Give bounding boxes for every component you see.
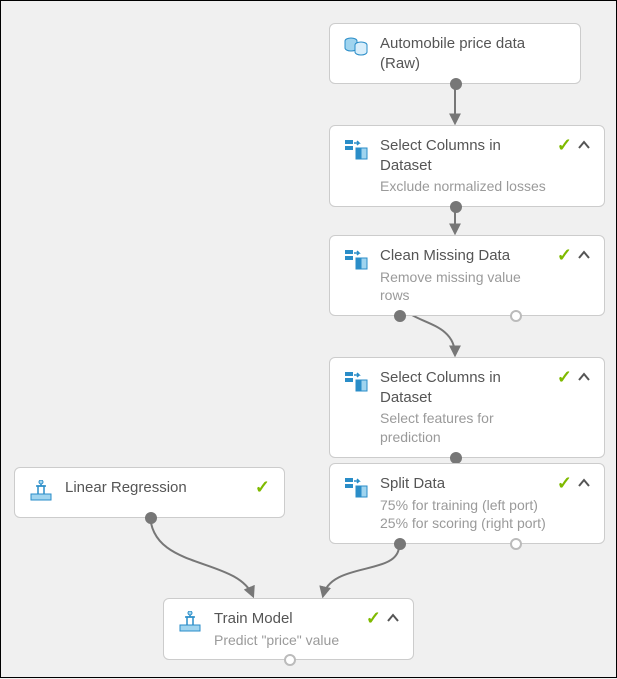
output-port[interactable] [450,201,462,213]
output-port-1[interactable] [394,538,406,550]
train-model-icon [178,611,202,638]
node-subtitle-line1: 75% for training (left port) [380,496,549,515]
connectors-layer [1,1,617,679]
node-select-columns-2[interactable]: Select Columns in Dataset Select feature… [329,357,605,458]
output-port[interactable] [284,654,296,666]
caret-up-icon[interactable] [578,250,590,260]
node-automobile-price-data[interactable]: Automobile price data (Raw) [329,23,581,84]
node-title: Split Data [380,474,549,494]
caret-up-icon[interactable] [387,613,399,623]
node-title: Select Columns in Dataset [380,136,549,175]
node-title: Train Model [214,609,358,629]
check-icon: ✓ [255,478,270,496]
node-subtitle: Predict "price" value [214,631,358,650]
caret-up-icon[interactable] [578,140,590,150]
node-linear-regression[interactable]: Linear Regression ✓ [14,467,285,518]
check-icon: ✓ [557,246,572,264]
node-subtitle: Select features for prediction [380,409,549,447]
output-port-1[interactable] [394,310,406,322]
node-title: Select Columns in Dataset [380,368,549,407]
node-title: Linear Regression [65,478,247,498]
select-columns-icon [344,138,368,165]
check-icon: ✓ [557,368,572,386]
node-title: Automobile price data (Raw) [380,34,566,73]
node-split-data[interactable]: Split Data 75% for training (left port) … [329,463,605,544]
output-port[interactable] [450,452,462,464]
caret-up-icon[interactable] [578,478,590,488]
dataset-icon [344,36,368,63]
node-subtitle: Exclude normalized losses [380,177,549,196]
node-select-columns-1[interactable]: Select Columns in Dataset Exclude normal… [329,125,605,207]
split-data-icon [344,476,368,503]
model-icon [29,480,53,507]
caret-up-icon[interactable] [578,372,590,382]
clean-data-icon [344,248,368,275]
check-icon: ✓ [557,474,572,492]
output-port[interactable] [450,78,462,90]
check-icon: ✓ [557,136,572,154]
node-clean-missing-data[interactable]: Clean Missing Data Remove missing value … [329,235,605,316]
node-subtitle: Remove missing value rows [380,268,549,306]
select-columns-icon [344,370,368,397]
output-port-2[interactable] [510,310,522,322]
node-train-model[interactable]: Train Model Predict "price" value ✓ [163,598,414,660]
check-icon: ✓ [366,609,381,627]
node-title: Clean Missing Data [380,246,549,266]
output-port-2[interactable] [510,538,522,550]
node-subtitle-line2: 25% for scoring (right port) [380,514,549,533]
output-port[interactable] [145,512,157,524]
